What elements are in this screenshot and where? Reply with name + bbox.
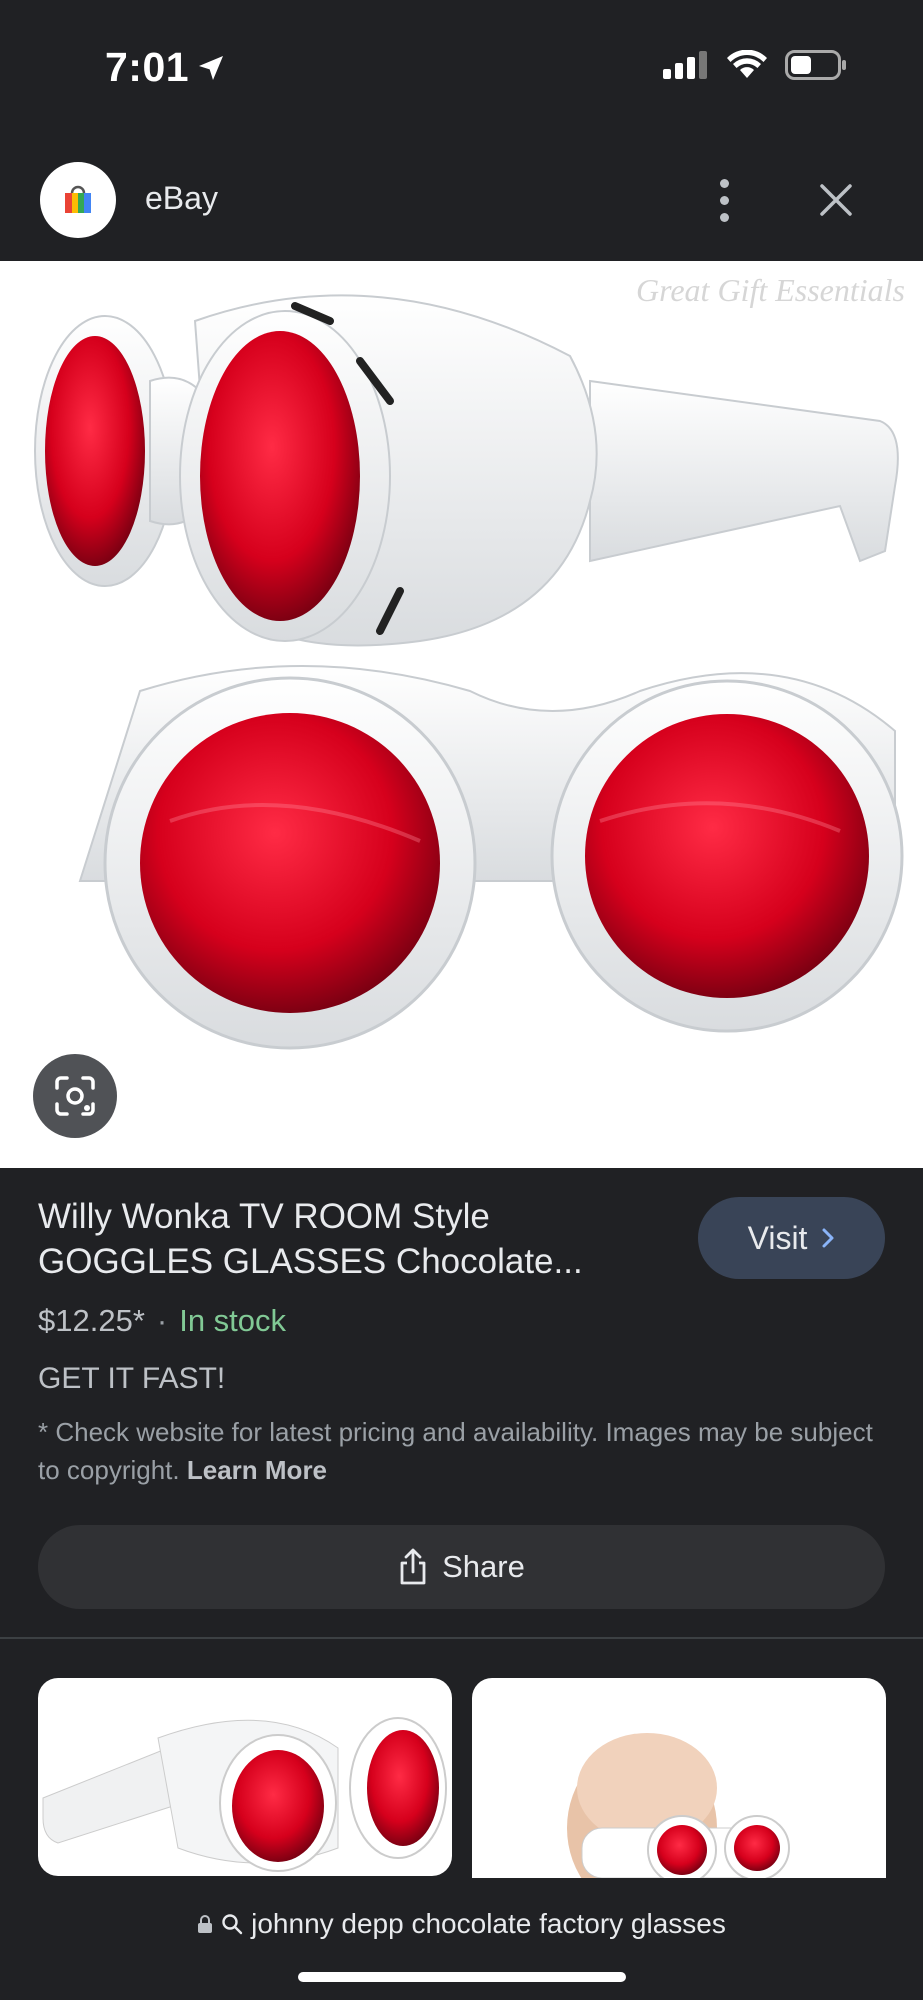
separator-dot: · bbox=[156, 1303, 168, 1338]
goggles-illustration: Great Gift Essentials bbox=[34, 272, 905, 1050]
camera-lens-icon bbox=[55, 1076, 95, 1116]
visit-label: Visit bbox=[747, 1219, 808, 1256]
price: $12.25* bbox=[38, 1303, 145, 1338]
close-button[interactable] bbox=[812, 172, 860, 228]
visual-search-button[interactable] bbox=[33, 1054, 117, 1138]
learn-more-link[interactable]: Learn More bbox=[187, 1455, 327, 1485]
price-line: $12.25* · In stock bbox=[38, 1303, 286, 1339]
source-name[interactable]: eBay bbox=[145, 180, 218, 217]
disclaimer: * Check website for latest pricing and a… bbox=[38, 1413, 883, 1489]
location-arrow-icon bbox=[199, 55, 224, 80]
more-dot bbox=[719, 195, 729, 205]
chevron-right-icon bbox=[822, 1228, 834, 1248]
status-bar: 7:01 bbox=[0, 0, 923, 130]
related-image-goggles bbox=[42, 1717, 447, 1872]
visit-button[interactable]: Visit bbox=[698, 1197, 885, 1279]
related-result-card[interactable] bbox=[472, 1678, 886, 1878]
product-title[interactable]: Willy Wonka TV ROOM Style GOGGLES GLASSE… bbox=[38, 1194, 638, 1284]
share-button[interactable]: Share bbox=[38, 1525, 885, 1609]
stock-status: In stock bbox=[179, 1303, 287, 1338]
signal-icon bbox=[663, 51, 707, 79]
more-options-button[interactable] bbox=[700, 172, 748, 228]
status-clock: 7:01 bbox=[105, 44, 227, 91]
more-dot bbox=[719, 212, 729, 222]
section-divider bbox=[0, 1637, 923, 1639]
url-display[interactable]: johnny depp chocolate factory glasses bbox=[0, 1908, 923, 1940]
related-image-person bbox=[567, 1733, 790, 1878]
status-icons bbox=[663, 50, 847, 80]
source-logo[interactable] bbox=[40, 162, 116, 238]
product-tagline: GET IT FAST! bbox=[38, 1362, 226, 1395]
battery-icon bbox=[785, 50, 846, 80]
watermark-text: Great Gift Essentials bbox=[636, 272, 905, 308]
clock-time: 7:01 bbox=[105, 44, 190, 90]
search-icon bbox=[222, 1914, 243, 1935]
share-label: Share bbox=[442, 1549, 525, 1584]
wifi-icon bbox=[727, 50, 767, 78]
product-image[interactable]: Great Gift Essentials bbox=[0, 261, 923, 1168]
product-title-line1: Willy Wonka TV ROOM Style bbox=[38, 1197, 490, 1236]
address-bar[interactable]: johnny depp chocolate factory glasses bbox=[0, 1878, 923, 2000]
product-title-line2: GOGGLES GLASSES Chocolate... bbox=[38, 1242, 583, 1281]
shopping-bag-icon bbox=[65, 185, 91, 213]
more-vertical-icon bbox=[719, 178, 729, 188]
lock-icon bbox=[198, 1915, 213, 1933]
disclaimer-text: * Check website for latest pricing and a… bbox=[38, 1417, 873, 1485]
close-icon bbox=[820, 184, 852, 216]
related-result-card[interactable] bbox=[38, 1678, 452, 1876]
source-header: eBay bbox=[0, 150, 923, 260]
share-icon bbox=[400, 1548, 426, 1585]
search-query: johnny depp chocolate factory glasses bbox=[251, 1908, 726, 1939]
home-indicator[interactable] bbox=[298, 1972, 626, 1982]
